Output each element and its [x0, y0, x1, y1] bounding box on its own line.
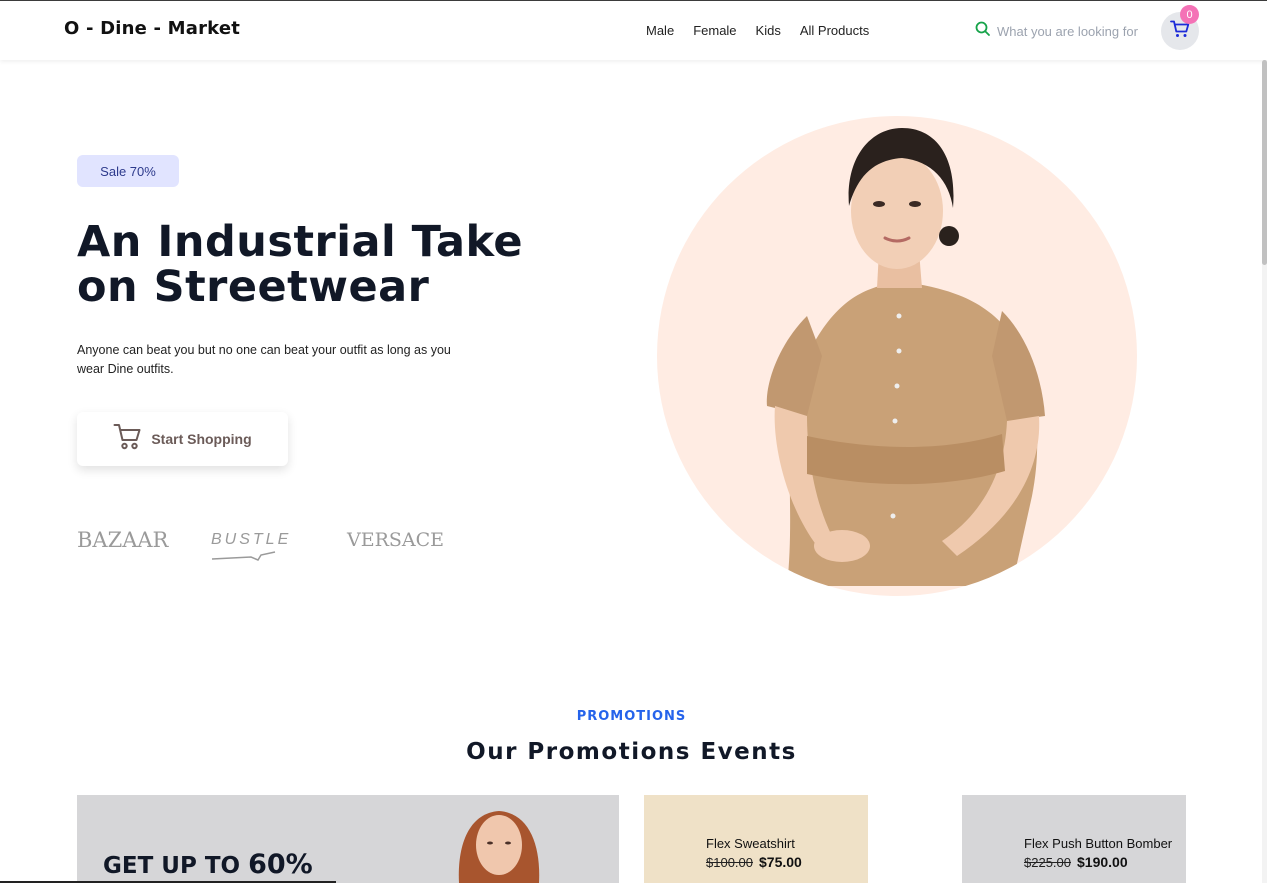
promo-card-product[interactable]: Flex Push Button Bomber $225.00 $190.00 [962, 795, 1186, 883]
nav-item-female[interactable]: Female [693, 23, 736, 38]
page-scrollbar-thumb[interactable] [1262, 60, 1267, 265]
brand-logo-bazaar: BAZAAR [77, 528, 169, 552]
promo-discount-text: GET UP TO 60% [103, 849, 313, 880]
start-shopping-button[interactable]: Start Shopping [77, 412, 288, 466]
search-icon[interactable] [975, 21, 991, 41]
product-prices: $100.00 $75.00 [706, 854, 802, 870]
nav-item-male[interactable]: Male [646, 23, 674, 38]
top-navbar: O - Dine - Market Male Female Kids All P… [0, 0, 1267, 60]
hero-description: Anyone can beat you but no one can beat … [77, 343, 451, 376]
product-name: Flex Push Button Bomber [1024, 836, 1173, 851]
brand-logo-bustle: BUSTLE [211, 531, 347, 561]
search-input[interactable] [997, 23, 1147, 39]
product-name: Flex Sweatshirt [706, 836, 795, 851]
start-shopping-label: Start Shopping [151, 431, 252, 447]
cart-count-badge: 0 [1180, 5, 1199, 24]
product-new-price: $190.00 [1077, 854, 1128, 870]
promo-card-product[interactable]: Flex Sweatshirt $100.00 $75.00 [644, 795, 868, 883]
promo-model-image [458, 811, 540, 883]
product-old-price: $225.00 [1024, 855, 1071, 870]
product-new-price: $75.00 [759, 854, 802, 870]
hero-model-image [657, 116, 1137, 596]
product-prices: $225.00 $190.00 [1024, 854, 1128, 870]
sale-badge: Sale 70% [77, 155, 179, 187]
search-bar [975, 21, 1147, 41]
product-old-price: $100.00 [706, 855, 753, 870]
cart-icon [113, 423, 143, 455]
brand-logo-versace: VERSACE [347, 529, 445, 551]
hero-title: An Industrial Take on Streetwear [77, 217, 524, 312]
promotions-eyebrow: PROMOTIONS [576, 709, 687, 724]
promo-card-discount[interactable]: GET UP TO 60% [77, 795, 619, 883]
promotions-title: Our Promotions Events [466, 739, 797, 765]
brand-logos: BAZAAR BUSTLE VERSACE [77, 528, 445, 561]
main-nav: Male Female Kids All Products [646, 23, 869, 38]
nav-item-kids[interactable]: Kids [756, 23, 781, 38]
site-logo[interactable]: O - Dine - Market [64, 18, 240, 39]
nav-item-all-products[interactable]: All Products [800, 23, 869, 38]
